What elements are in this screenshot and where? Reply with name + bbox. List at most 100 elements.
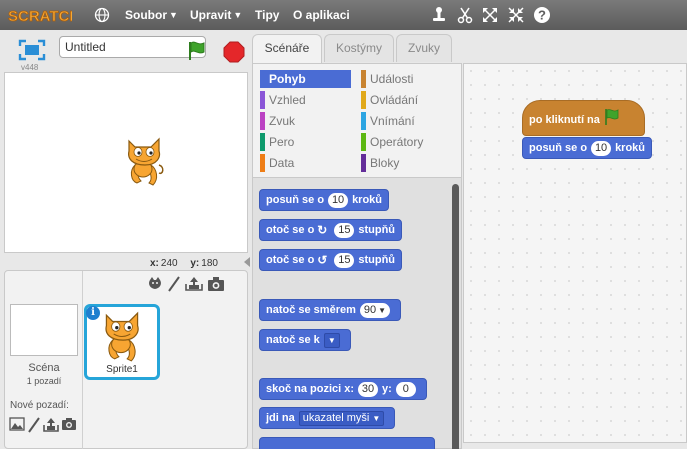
block-point-towards[interactable]: natoč se k ▼ [259,329,351,351]
category-label: Data [269,156,295,170]
menu-file-label: Soubor [125,8,167,22]
choose-sprite-library-icon[interactable] [147,276,163,292]
target-dropdown[interactable]: ▼ [323,332,340,348]
grow-icon[interactable] [481,6,499,24]
svg-text:SCRATCH: SCRATCH [8,8,72,25]
category-data[interactable]: Data [260,154,294,172]
category-label: Bloky [370,156,400,170]
y-input[interactable]: 0 [395,381,416,397]
block-turn-right[interactable]: otoč se o ↻ 15 stupňů [259,219,403,241]
sprite-pane: Scéna 1 pozadí Nové pozadí: i Sprite1 [4,270,248,449]
category-looks[interactable]: Vzhled [260,91,306,109]
sprite-thumbnail[interactable]: i Sprite1 [84,304,160,380]
tab-scripts[interactable]: Scénáře [252,34,322,65]
category-control[interactable]: Ovládání [361,91,418,109]
block-text: skoč na pozici x: [266,383,355,395]
shrink-icon[interactable] [507,6,525,24]
block-turn-left[interactable]: otoč se o ↺ 15 stupňů [259,249,403,271]
block-text: kroků [352,194,383,206]
block-glide-partial[interactable] [259,437,435,449]
sprite-cat-on-stage[interactable] [123,135,165,187]
menu-tips[interactable]: Tipy [255,8,279,22]
backdrop-count: 1 pozadí [26,376,62,386]
menu-about[interactable]: O aplikaci [293,8,350,22]
camera-sprite-icon[interactable] [207,276,225,292]
goto-dropdown[interactable]: ukazatel myši ▼ [298,410,385,426]
block-text: stupňů [358,224,396,236]
info-icon[interactable]: i [86,306,100,320]
steps-input[interactable]: 10 [328,192,349,208]
help-icon[interactable]: ? [533,6,551,24]
x-value: 240 [160,258,178,269]
stage-thumbnail[interactable] [10,304,78,356]
duplicate-stamp-icon[interactable] [430,6,448,24]
block-palette: Pohyb Vzhled Zvuk Pero Data Události Ovl… [252,63,462,449]
palette-scrollbar[interactable] [452,184,459,449]
x-label: x: [150,258,159,269]
green-flag-icon[interactable] [187,40,209,62]
menu-edit[interactable]: Upravit ▼ [190,8,242,22]
y-value: 180 [201,258,218,269]
upload-sprite-icon[interactable] [185,276,203,292]
stop-icon[interactable] [223,41,245,63]
block-when-flag-clicked[interactable]: po kliknutí na [522,100,645,136]
tab-costumes[interactable]: Kostýmy [324,34,394,62]
menu-bar: SCRATCH Soubor▼ Upravit▼ Tipy O aplikaci… [0,0,687,30]
upload-backdrop-icon[interactable] [43,417,59,433]
block-point-direction[interactable]: natoč se směrem 90 ▼ [259,299,402,321]
steps-input[interactable]: 10 [591,140,612,156]
project-title-input[interactable] [59,36,206,58]
camera-backdrop-icon[interactable] [61,417,77,431]
script-block-move-steps[interactable]: posuň se o 10 kroků [522,137,653,159]
category-label: Vnímání [370,114,415,128]
y-label: y: [190,258,200,269]
direction-value: 90 [363,303,377,316]
tab-sounds[interactable]: Zvuky [396,34,452,62]
menu-file[interactable]: Soubor ▼ [125,8,178,22]
chevron-down-icon: ▼ [372,413,381,423]
fullscreen-icon[interactable] [18,39,46,61]
category-color-bar [260,133,265,151]
block-text: natoč se k [266,334,320,346]
x-input[interactable]: 30 [358,381,379,397]
category-label: Zvuk [269,114,296,128]
block-text: kroků [615,142,646,154]
stage-canvas[interactable] [4,72,248,253]
delete-scissors-icon[interactable] [456,6,474,24]
choose-backdrop-library-icon[interactable] [9,417,25,431]
category-events[interactable]: Události [361,70,413,88]
degrees-input[interactable]: 15 [334,222,355,238]
category-pen[interactable]: Pero [260,133,294,151]
chevron-down-icon: ▼ [169,10,178,20]
category-color-bar [260,154,265,172]
version-label: v448 [21,63,39,72]
mouse-coordinates: x: 240 y: 180 [150,258,218,269]
language-globe-icon[interactable] [94,7,110,23]
blocks-list: posuň se o 10 kroků otoč se o ↻ 15 stupň… [253,179,461,449]
paint-backdrop-icon[interactable] [27,417,41,433]
category-color-bar [260,70,265,88]
degrees-input[interactable]: 15 [334,252,355,268]
svg-text:?: ? [538,8,546,23]
new-backdrop-tools [9,417,77,433]
block-text: po kliknutí na [529,114,600,126]
direction-dropdown[interactable]: 90 ▼ [359,302,391,318]
category-motion[interactable]: Pohyb [260,70,351,88]
new-backdrop-label: Nové pozadí: [10,400,69,411]
block-goto-xy[interactable]: skoč na pozici x: 30 y: 0 [259,378,427,400]
block-text: posuň se o [529,142,588,154]
collapse-arrow-icon[interactable] [243,256,251,268]
category-color-bar [361,154,366,172]
block-text: jdi na [266,412,295,424]
stage-header: v448 [4,34,248,72]
paint-sprite-icon[interactable] [167,276,181,292]
block-move-steps[interactable]: posuň se o 10 kroků [259,189,390,211]
rotate-right-icon: ↻ [317,223,328,237]
category-sensing[interactable]: Vnímání [361,112,415,130]
scratch-logo[interactable]: SCRATCH [6,4,72,26]
category-more-blocks[interactable]: Bloky [361,154,399,172]
category-sound[interactable]: Zvuk [260,112,295,130]
rotate-left-icon: ↺ [317,253,328,267]
category-operators[interactable]: Operátory [361,133,423,151]
block-goto-target[interactable]: jdi na ukazatel myši ▼ [259,407,396,429]
